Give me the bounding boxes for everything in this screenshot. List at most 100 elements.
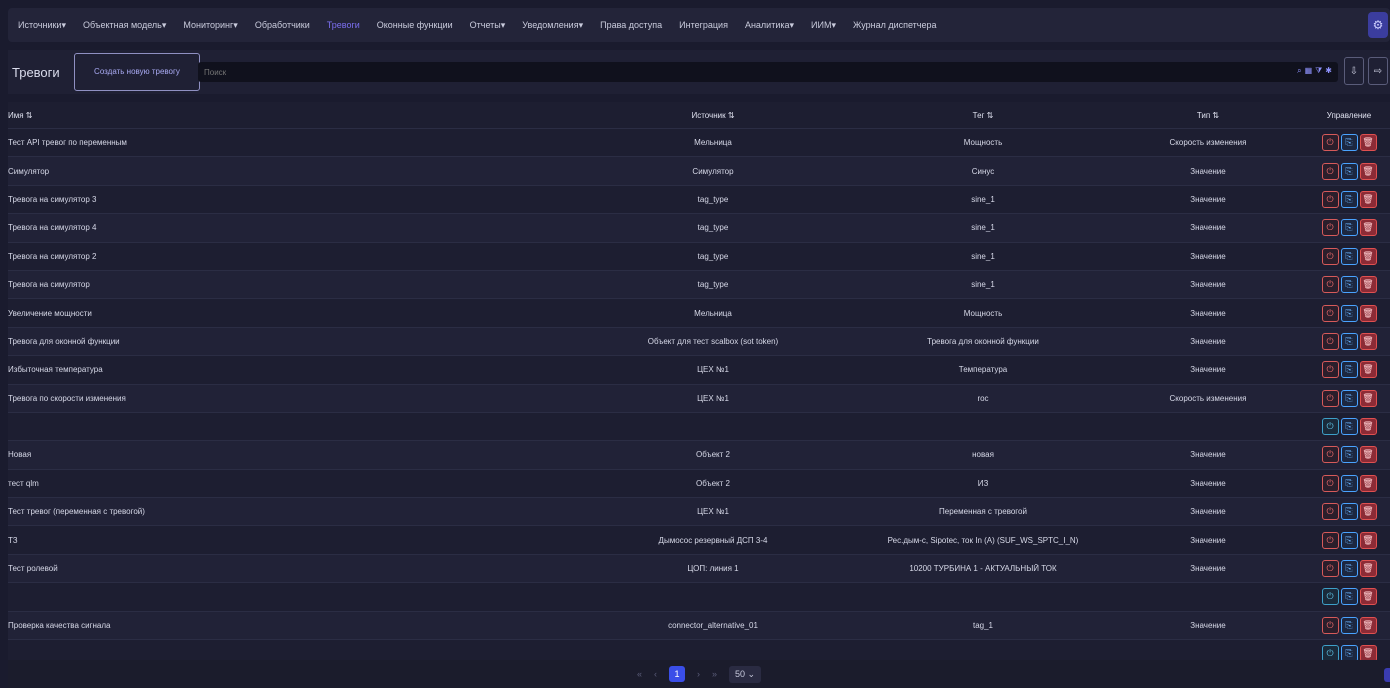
power-button[interactable]: ⏻ [1321, 560, 1339, 578]
export-button[interactable]: ⇨ [1368, 57, 1388, 85]
nav-item[interactable]: Интеграция [679, 20, 728, 30]
delete-button[interactable]: 🗑 [1359, 332, 1377, 350]
delete-button[interactable]: 🗑 [1359, 588, 1377, 606]
nav-item[interactable]: Объектная модель▾ [83, 20, 166, 31]
delete-button[interactable]: 🗑 [1359, 276, 1377, 294]
power-button[interactable]: ⏻ [1321, 190, 1339, 208]
table-row[interactable]: Тест API тревог по переменным Мельница Мощ… [8, 128, 1390, 157]
settings-button[interactable]: ⚙ [1368, 12, 1388, 38]
delete-button[interactable]: 🗑 [1359, 418, 1377, 436]
power-button[interactable]: ⏻ [1321, 361, 1339, 379]
nav-item[interactable]: Права доступа [600, 20, 662, 30]
delete-button[interactable]: 🗑 [1359, 162, 1377, 180]
power-button[interactable]: ⏻ [1321, 474, 1339, 492]
nav-item[interactable]: Уведомления▾ [522, 20, 583, 31]
current-page[interactable]: 1 [668, 666, 685, 682]
delete-button[interactable]: 🗑 [1359, 190, 1377, 208]
create-alarm-button[interactable]: Создать новую тревогу [74, 53, 200, 91]
delete-button[interactable]: 🗑 [1359, 304, 1377, 322]
table-row[interactable]: Избыточная температура ЦЕХ №1 Температура З… [8, 355, 1390, 384]
table-row[interactable]: Тест тревог (переменная с тревогой) ЦЕХ №… [8, 497, 1390, 526]
first-page-button[interactable]: « [637, 669, 642, 679]
table-row[interactable]: Симулятор Симулятор Синус Значение ⏻ ⎘ 🗑 [8, 156, 1390, 185]
delete-button[interactable]: 🗑 [1359, 531, 1377, 549]
edit-button[interactable]: ⎘ [1340, 560, 1358, 578]
edit-button[interactable]: ⎘ [1340, 162, 1358, 180]
search-input[interactable] [204, 67, 1244, 77]
edit-button[interactable]: ⎘ [1340, 361, 1358, 379]
delete-button[interactable]: 🗑 [1359, 219, 1377, 237]
power-button[interactable]: ⏻ [1321, 276, 1339, 294]
power-button[interactable]: ⏻ [1321, 304, 1339, 322]
power-button[interactable]: ⏻ [1321, 418, 1339, 436]
settings-small-icon[interactable]: ✱ [1325, 66, 1332, 76]
table-row[interactable]: ⏻ ⎘ 🗑 [8, 582, 1390, 611]
power-button[interactable]: ⏻ [1321, 588, 1339, 606]
nav-item[interactable]: Тревоги [327, 20, 360, 30]
nav-item[interactable]: Источники▾ [18, 20, 66, 31]
filter-icon[interactable]: ⧩ [1315, 66, 1322, 76]
delete-button[interactable]: 🗑 [1359, 560, 1377, 578]
nav-item[interactable]: ИИМ▾ [811, 20, 836, 31]
table-row[interactable]: Тревога на симулятор 2 tag_type sine_1 Знач… [8, 241, 1390, 270]
edit-button[interactable]: ⎘ [1340, 134, 1358, 152]
edit-button[interactable]: ⎘ [1340, 247, 1358, 265]
table-row[interactable]: Увеличение мощности Мельница Мощность Значе… [8, 298, 1390, 327]
grid-icon[interactable]: ▦ [1305, 66, 1313, 76]
last-page-button[interactable]: » [712, 669, 717, 679]
edit-button[interactable]: ⎘ [1340, 474, 1358, 492]
page-size-select[interactable]: 50 ⌄ [728, 665, 762, 683]
table-row[interactable]: ⏻ ⎘ 🗑 [8, 411, 1390, 441]
column-source[interactable]: Источник ⇅ [568, 111, 858, 120]
edit-button[interactable]: ⎘ [1340, 418, 1358, 436]
edit-button[interactable]: ⎘ [1340, 588, 1358, 606]
table-row[interactable]: Тревога на симулятор 4 tag_type sine_1 Знач… [8, 213, 1390, 242]
column-tag[interactable]: Тег ⇅ [858, 111, 1108, 120]
delete-button[interactable]: 🗑 [1359, 361, 1377, 379]
delete-button[interactable]: 🗑 [1359, 247, 1377, 265]
power-button[interactable]: ⏻ [1321, 531, 1339, 549]
power-button[interactable]: ⏻ [1321, 616, 1339, 634]
import-button[interactable]: ⇩ [1344, 57, 1364, 85]
table-row[interactable]: Тест ролевой ЦОП: линия 1 10200 ТУРБИНА 1 … [8, 553, 1390, 583]
prev-page-button[interactable]: ‹ [654, 669, 657, 679]
power-button[interactable]: ⏻ [1321, 503, 1339, 521]
table-row[interactable]: Проверка качества сигнала connector_alter… [8, 610, 1390, 640]
edit-button[interactable]: ⎘ [1340, 531, 1358, 549]
delete-button[interactable]: 🗑 [1359, 389, 1377, 407]
table-row[interactable]: ТЗ Дымосос резервный ДСП 3-4 Рес.дым-с, Si… [8, 525, 1390, 554]
power-button[interactable]: ⏻ [1321, 247, 1339, 265]
side-handle[interactable] [1384, 668, 1390, 682]
edit-button[interactable]: ⎘ [1340, 446, 1358, 464]
nav-item[interactable]: Обработчики [255, 20, 310, 30]
power-button[interactable]: ⏻ [1321, 389, 1339, 407]
table-row[interactable]: Тревога по скорости изменения ЦЕХ №1 roc Ск… [8, 383, 1390, 412]
edit-button[interactable]: ⎘ [1340, 190, 1358, 208]
edit-button[interactable]: ⎘ [1340, 332, 1358, 350]
edit-button[interactable]: ⎘ [1340, 616, 1358, 634]
table-row[interactable]: Тревога для оконной функции Объект для те… [8, 326, 1390, 356]
power-button[interactable]: ⏻ [1321, 332, 1339, 350]
power-button[interactable]: ⏻ [1321, 162, 1339, 180]
edit-button[interactable]: ⎘ [1340, 219, 1358, 237]
edit-button[interactable]: ⎘ [1340, 503, 1358, 521]
next-page-button[interactable]: › [697, 669, 700, 679]
table-row[interactable]: Новая Объект 2 новая Значение ⏻ ⎘ 🗑 [8, 440, 1390, 469]
column-name[interactable]: Имя ⇅ [8, 111, 568, 120]
nav-item[interactable]: Аналитика▾ [745, 20, 794, 31]
edit-button[interactable]: ⎘ [1340, 276, 1358, 294]
delete-button[interactable]: 🗑 [1359, 503, 1377, 521]
table-row[interactable]: тест qlm Объект 2 ИЗ Значение ⏻ ⎘ 🗑 [8, 468, 1390, 498]
delete-button[interactable]: 🗑 [1359, 446, 1377, 464]
search-icon[interactable]: ⌕ [1297, 66, 1301, 76]
edit-button[interactable]: ⎘ [1340, 304, 1358, 322]
power-button[interactable]: ⏻ [1321, 219, 1339, 237]
nav-item[interactable]: Журнал диспетчера [853, 20, 937, 30]
delete-button[interactable]: 🗑 [1359, 474, 1377, 492]
edit-button[interactable]: ⎘ [1340, 389, 1358, 407]
column-type[interactable]: Тип ⇅ [1108, 111, 1308, 120]
delete-button[interactable]: 🗑 [1359, 616, 1377, 634]
table-row[interactable]: Тревога на симулятор tag_type sine_1 Значен… [8, 269, 1390, 299]
nav-item[interactable]: Оконные функции [377, 20, 453, 30]
nav-item[interactable]: Мониторинг▾ [183, 20, 237, 31]
